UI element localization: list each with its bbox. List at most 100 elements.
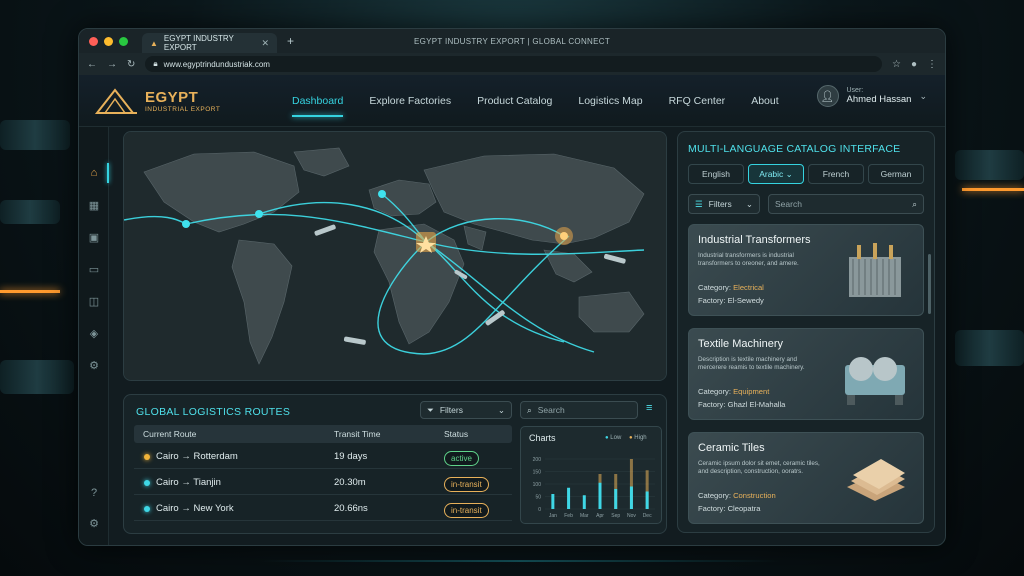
bar-low xyxy=(551,494,555,509)
pyramid-icon: ▲ xyxy=(150,38,158,48)
chevron-down-icon[interactable]: ⌄ xyxy=(919,91,927,102)
route-name: Cairo → Rotterdam xyxy=(156,451,238,462)
settings-icon[interactable]: ⚙ xyxy=(84,513,104,533)
url-text: www.egyptrindundustriak.com xyxy=(163,59,270,69)
user-menu[interactable]: 👤︎ User: Ahmed Hassan ⌄ xyxy=(816,85,927,107)
product-card[interactable]: Industrial Transformers Industrial trans… xyxy=(688,224,924,316)
product-name: Industrial Transformers xyxy=(698,234,811,246)
logistics-search-input[interactable]: ⌕ Search xyxy=(520,401,638,419)
legend-high: ● High xyxy=(629,435,647,441)
profile-icon[interactable]: ● xyxy=(911,59,917,70)
logistics-routes-panel: GLOBAL LOGISTICS ROUTES ⏷ Filters ⌄ ⌕ Se… xyxy=(123,394,667,534)
textile-machine-image xyxy=(845,357,905,405)
logistics-filters-label: Filters xyxy=(439,405,463,415)
y-tick-label: 0 xyxy=(538,507,541,513)
maximize-window-button[interactable] xyxy=(119,36,128,46)
charts-title: Charts xyxy=(529,433,556,443)
brand-tagline: INDUSTRIAL EXPORT xyxy=(145,105,221,113)
home-icon[interactable]: ⌂ xyxy=(84,163,109,183)
nav-rfq-center[interactable]: RFQ Center xyxy=(656,75,739,127)
catalog-scrollbar[interactable] xyxy=(928,254,931,314)
product-category: Category: Electrical xyxy=(698,283,764,292)
avatar[interactable]: 👤︎ xyxy=(816,85,839,107)
ceramic-tiles-image xyxy=(847,459,905,501)
tab-title: EGYPT INDUSTRY EXPORT xyxy=(163,34,234,52)
nav-dashboard[interactable]: Dashboard xyxy=(279,75,356,127)
bar-chart: 200 150 100 50 0 Jan Feb Mar Apr Sep Nov Dec xyxy=(533,457,655,519)
pipe-left-2 xyxy=(0,200,60,224)
bookmark-star-icon[interactable]: ☆ xyxy=(892,59,901,70)
catalog-search-input[interactable]: Search ⌕ xyxy=(768,194,924,214)
top-navigation: EGYPT INDUSTRIAL EXPORT Dashboard Explor… xyxy=(79,75,945,127)
browser-window: ▲ EGYPT INDUSTRY EXPORT ✕ + EGYPT INDUST… xyxy=(78,28,946,546)
status-badge: in-transit xyxy=(444,503,489,518)
chat-icon[interactable]: ◫ xyxy=(84,291,104,311)
minimize-window-button[interactable] xyxy=(104,36,113,46)
route-dot xyxy=(144,480,150,486)
nav-logistics-map[interactable]: Logistics Map xyxy=(565,75,655,127)
catalog-filters-label: Filters xyxy=(708,199,732,209)
table-row[interactable]: Cairo → Rotterdam 19 days active xyxy=(134,445,512,469)
nav-about[interactable]: About xyxy=(738,75,791,127)
orange-light-left xyxy=(0,290,60,293)
sort-icon[interactable]: ≡ xyxy=(646,402,652,414)
search-icon: ⌕ xyxy=(527,404,532,415)
product-card[interactable]: Ceramic Tiles Ceramic ipsum dolor sit em… xyxy=(688,432,924,524)
catalog-filters-dropdown[interactable]: ☰ Filters ⌄ xyxy=(688,194,760,214)
grid-icon[interactable]: ▦ xyxy=(84,195,104,215)
lock-icon: 🔒︎ xyxy=(153,59,158,68)
table-row[interactable]: Cairo → Tianjin 20.30m in-transit xyxy=(134,471,512,495)
world-logistics-map[interactable] xyxy=(123,131,667,381)
title-bar: ▲ EGYPT INDUSTRY EXPORT ✕ + EGYPT INDUST… xyxy=(79,29,945,53)
language-selector: English Arabic ⌄ French German xyxy=(688,164,924,184)
nav-items: Dashboard Explore Factories Product Cata… xyxy=(279,75,792,127)
pipe-right-1 xyxy=(955,150,1024,180)
lang-french[interactable]: French xyxy=(808,164,864,184)
reload-icon[interactable]: ↻ xyxy=(127,59,135,70)
lang-arabic[interactable]: Arabic ⌄ xyxy=(748,164,804,184)
close-tab-icon[interactable]: ✕ xyxy=(261,38,269,49)
route-dot xyxy=(144,506,150,512)
lang-english[interactable]: English xyxy=(688,164,744,184)
pipe-left-1 xyxy=(0,120,70,150)
product-category: Category: Construction xyxy=(698,491,776,500)
catalog-title: MULTI-LANGUAGE CATALOG INTERFACE xyxy=(688,143,901,155)
close-window-button[interactable] xyxy=(89,36,98,46)
url-field[interactable]: 🔒︎ www.egyptrindundustriak.com xyxy=(145,56,882,72)
bar-low xyxy=(629,486,633,509)
x-tick-label: Sep xyxy=(611,513,620,519)
forward-icon[interactable]: → xyxy=(107,59,117,70)
route-name: Cairo → New York xyxy=(156,503,234,514)
legend-low: ● Low xyxy=(605,435,622,441)
product-description: Description is textile machinery and mer… xyxy=(698,356,805,371)
gear-icon[interactable]: ⚙ xyxy=(84,355,104,375)
brand-name: EGYPT xyxy=(145,88,199,106)
x-tick-label: Jan xyxy=(549,513,557,519)
y-tick-label: 50 xyxy=(535,495,541,501)
product-card[interactable]: Textile Machinery Description is textile… xyxy=(688,328,924,420)
charts-widget: Charts ● Low ● High 200 150 100 50 0 Jan Feb Ma… xyxy=(520,426,662,524)
transit-time: 20.66ns xyxy=(334,503,368,514)
route-name: Cairo → Tianjin xyxy=(156,477,221,488)
status-badge: in-transit xyxy=(444,477,489,492)
new-tab-icon[interactable]: + xyxy=(287,34,294,48)
y-tick-label: 100 xyxy=(533,482,542,488)
pipe-right-2 xyxy=(955,330,1024,366)
lang-german[interactable]: German xyxy=(868,164,924,184)
sidebar: ⌂ ▦ ▣ ▭ ◫ ◈ ⚙ ? ⚙ xyxy=(79,127,109,545)
help-icon[interactable]: ? xyxy=(84,483,104,503)
table-row[interactable]: Cairo → New York 20.66ns in-transit xyxy=(134,497,512,521)
nav-explore-factories[interactable]: Explore Factories xyxy=(356,75,464,127)
back-icon[interactable]: ← xyxy=(87,59,97,70)
logistics-title: GLOBAL LOGISTICS ROUTES xyxy=(136,406,291,418)
brand-logo[interactable]: EGYPT INDUSTRIAL EXPORT xyxy=(79,87,279,115)
menu-kebab-icon[interactable]: ⋮ xyxy=(927,59,937,70)
calendar-icon[interactable]: ▣ xyxy=(84,227,104,247)
logistics-filters-dropdown[interactable]: ⏷ Filters ⌄ xyxy=(420,401,512,419)
badge-icon[interactable]: ◈ xyxy=(84,323,104,343)
bar-low xyxy=(567,487,571,509)
sliders-icon: ☰ xyxy=(695,198,703,209)
wallet-icon[interactable]: ▭ xyxy=(84,259,104,279)
nav-product-catalog[interactable]: Product Catalog xyxy=(464,75,565,127)
browser-tab[interactable]: ▲ EGYPT INDUSTRY EXPORT ✕ xyxy=(142,33,277,53)
